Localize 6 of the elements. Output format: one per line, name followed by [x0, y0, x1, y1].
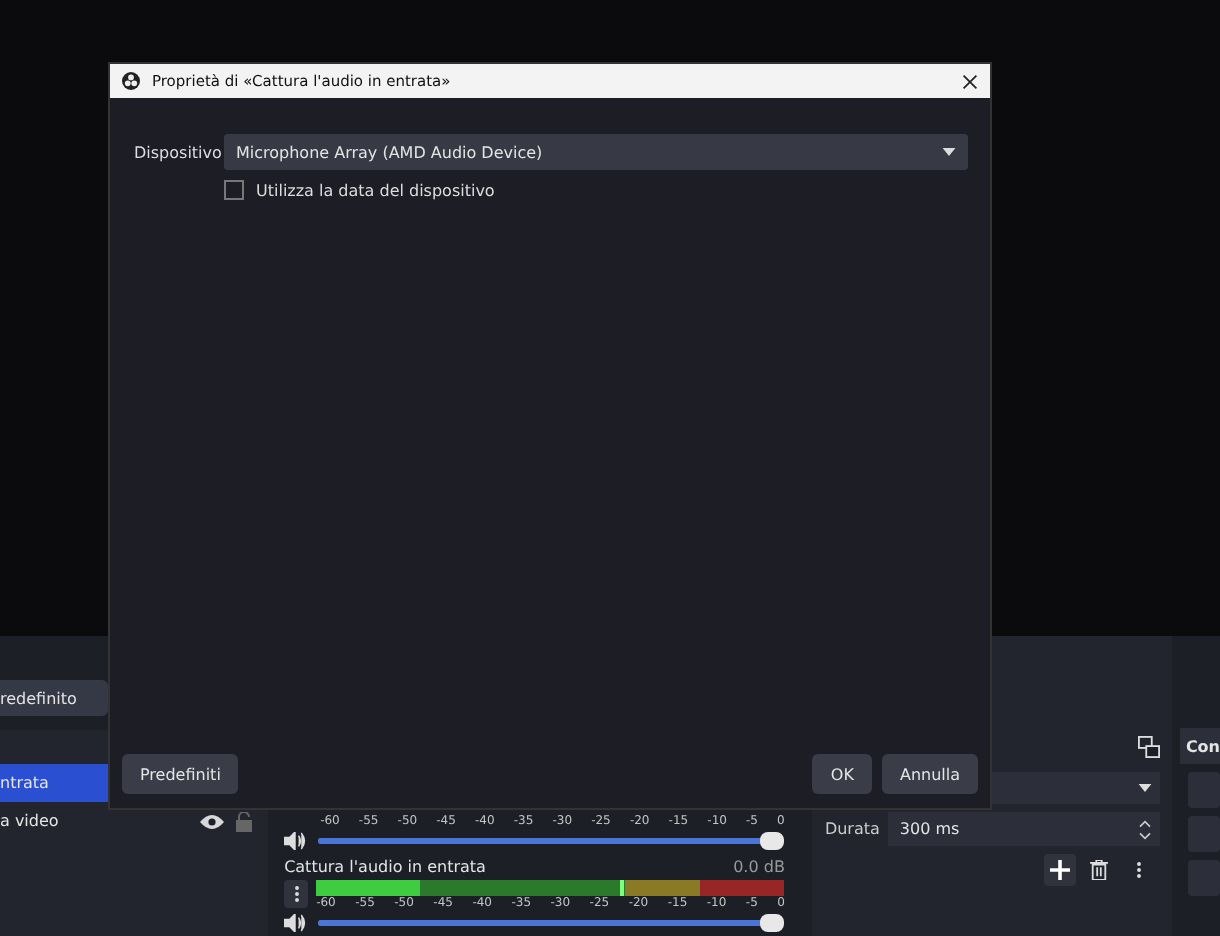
- checkbox-label: Utilizza la data del dispositivo: [256, 181, 495, 199]
- duration-label: Durata: [824, 820, 880, 838]
- dock-title: Con: [1185, 737, 1220, 755]
- db-reading: 0.0 dB: [733, 857, 785, 876]
- channel-name: Cattura l'audio in entrata: [284, 857, 486, 876]
- device-label: Dispositivo: [134, 143, 216, 161]
